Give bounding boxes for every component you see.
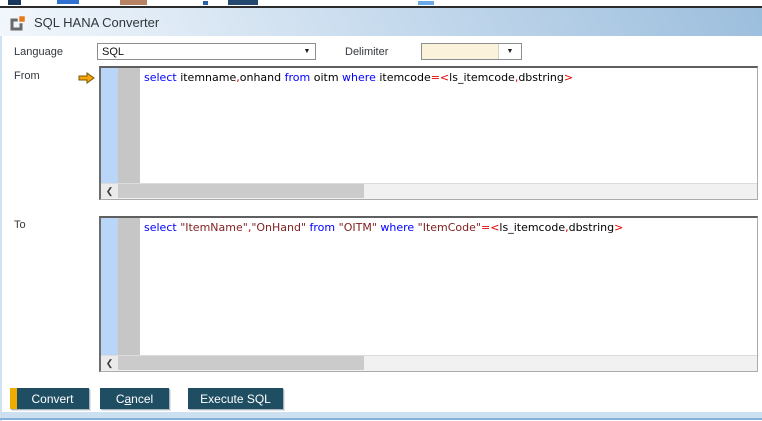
to-sql-code[interactable]: select "ItemName","OnHand" from "OITM" w… (144, 221, 755, 234)
link-arrow-icon[interactable] (78, 71, 95, 83)
background-toolbar-fragment (120, 0, 147, 5)
execute-sql-button[interactable]: Execute SQL (188, 388, 283, 409)
scroll-left-arrow-icon[interactable]: ❮ (101, 184, 118, 198)
to-horizontal-scrollbar[interactable]: ❮ (101, 355, 757, 371)
app-window-icon (10, 14, 27, 31)
language-dropdown[interactable]: SQL ▼ (97, 43, 316, 60)
language-label: Language (14, 46, 63, 58)
editor-fold-margin (118, 218, 140, 356)
convert-button-label: Convert (31, 392, 73, 406)
convert-button[interactable]: Convert (10, 388, 89, 409)
editor-selection-margin (101, 218, 118, 356)
default-button-stripe (10, 388, 17, 409)
cancel-button-label: Cancel (116, 392, 153, 406)
background-toolbar-fragment (57, 0, 79, 4)
background-toolbar-fragment (203, 1, 208, 5)
cancel-button[interactable]: Cancel (100, 388, 169, 409)
scroll-left-arrow-icon[interactable]: ❮ (101, 356, 118, 370)
from-horizontal-scrollbar[interactable]: ❮ (101, 183, 757, 199)
delimiter-dropdown-button[interactable]: ▼ (498, 44, 521, 59)
title-bar[interactable]: SQL HANA Converter (0, 8, 762, 36)
chevron-down-icon: ▼ (507, 44, 514, 59)
editor-fold-margin (118, 68, 140, 184)
execute-sql-button-label: Execute SQL (200, 392, 271, 406)
background-toolbar-fragment (418, 1, 434, 5)
background-toolbar-fragment (228, 0, 258, 5)
scrollbar-thumb[interactable] (118, 184, 364, 198)
window-left-border (0, 36, 2, 421)
delimiter-label: Delimiter (345, 46, 388, 58)
to-sql-editor[interactable]: select "ItemName","OnHand" from "OITM" w… (99, 216, 758, 372)
window-bottom-border (0, 418, 762, 420)
scrollbar-thumb[interactable] (118, 356, 364, 370)
window-title: SQL HANA Converter (34, 15, 159, 30)
button-bar: Convert Cancel Execute SQL (0, 388, 762, 410)
delimiter-dropdown[interactable]: ▼ (421, 43, 522, 60)
from-sql-editor[interactable]: select itemname,onhand from oitm where i… (99, 66, 758, 200)
editor-selection-margin (101, 68, 118, 184)
from-label: From (14, 70, 40, 82)
to-label: To (14, 219, 26, 231)
chevron-down-icon: ▼ (299, 44, 315, 59)
background-toolbar-fragment (8, 0, 21, 5)
language-dropdown-value: SQL (98, 46, 299, 58)
from-sql-code[interactable]: select itemname,onhand from oitm where i… (144, 71, 755, 84)
